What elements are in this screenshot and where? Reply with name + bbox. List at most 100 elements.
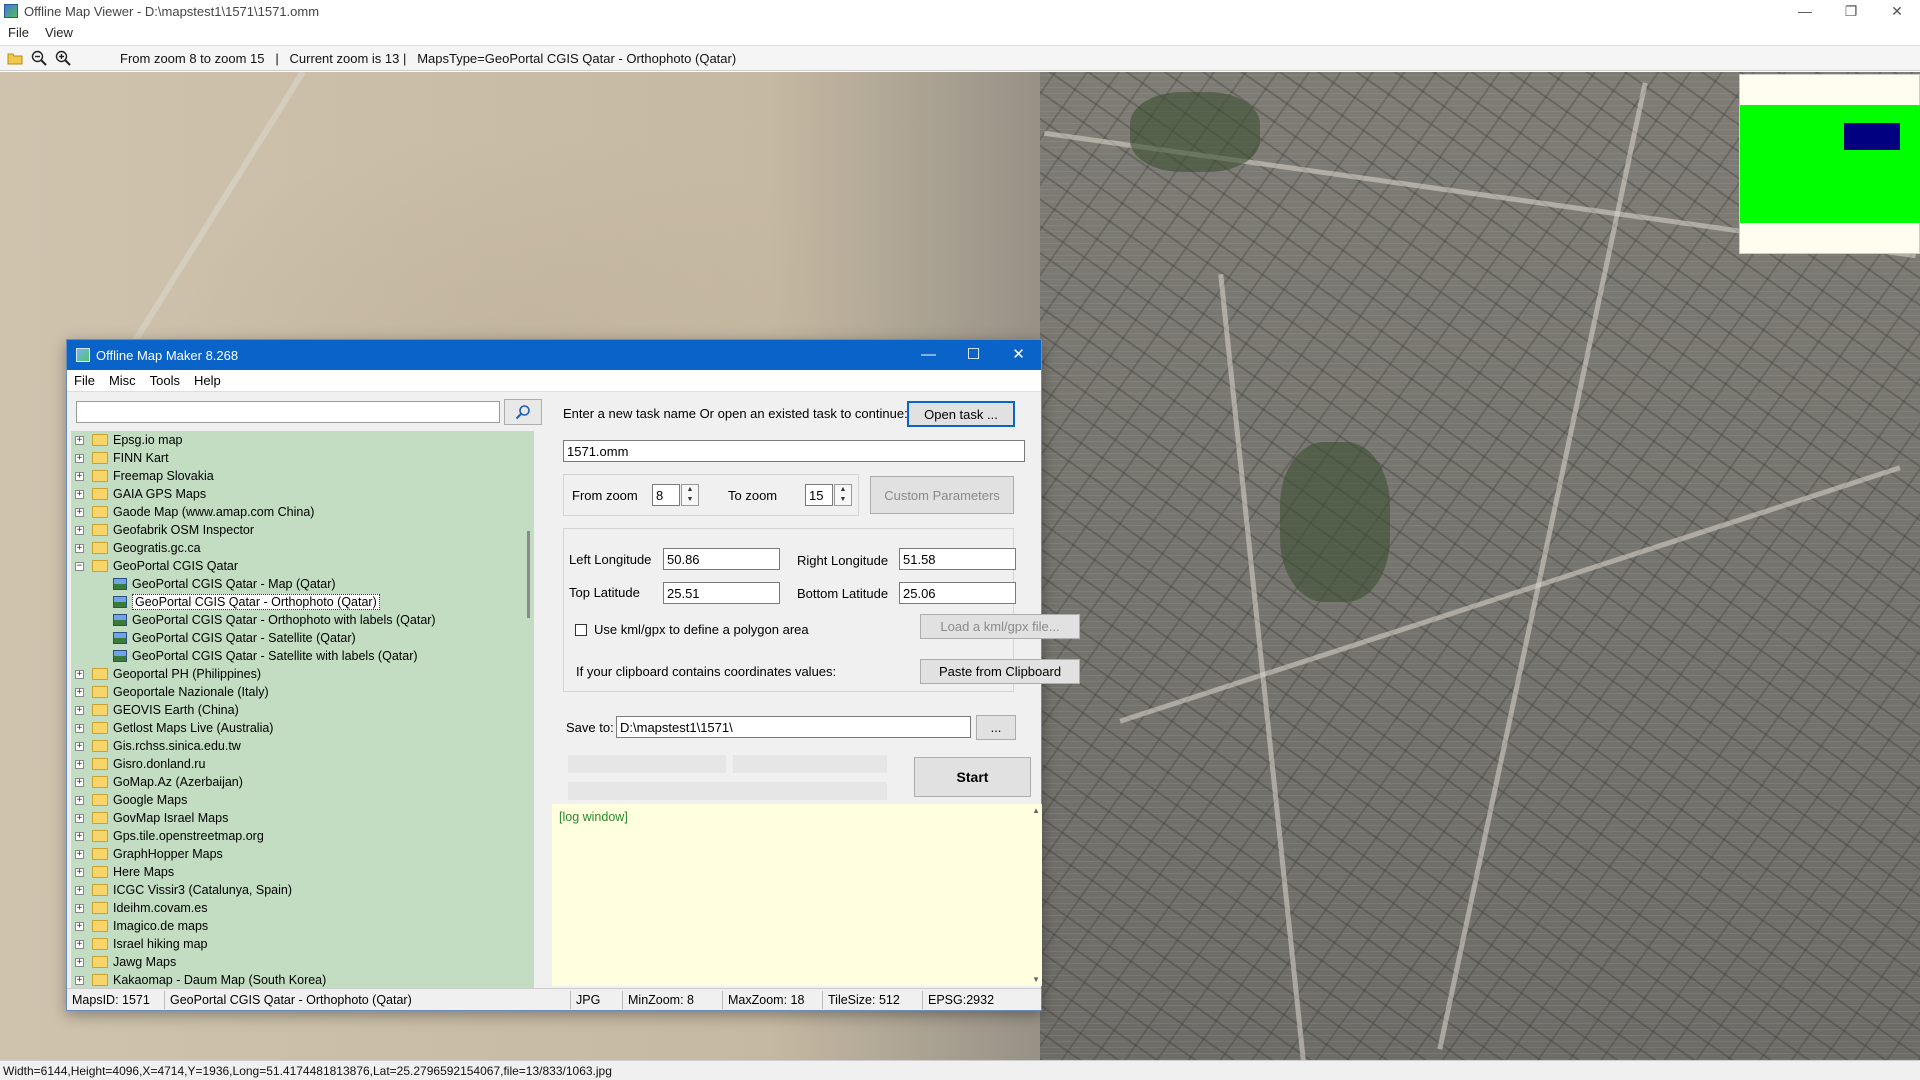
tree-folder-item[interactable]: + Gisro.donland.ru: [71, 755, 534, 773]
zoom-in-icon[interactable]: [54, 49, 72, 67]
tree-folder-item[interactable]: + GEOVIS Earth (China): [71, 701, 534, 719]
from-zoom-input[interactable]: [652, 484, 680, 506]
tree-folder-item[interactable]: + Gps.tile.openstreetmap.org: [71, 827, 534, 845]
dialog-maximize-button[interactable]: ☐: [951, 340, 996, 370]
tree-folder-item[interactable]: + GoMap.Az (Azerbaijan): [71, 773, 534, 791]
expand-icon[interactable]: +: [75, 705, 84, 715]
expand-icon[interactable]: +: [75, 849, 84, 859]
tree-folder-item[interactable]: + Geoportale Nazionale (Italy): [71, 683, 534, 701]
dialog-minimize-button[interactable]: —: [906, 340, 951, 370]
expand-icon[interactable]: +: [75, 903, 84, 913]
tree-folder-item[interactable]: − GeoPortal CGIS Qatar: [71, 557, 534, 575]
search-button[interactable]: [504, 399, 542, 425]
tree-folder-item[interactable]: + Geofabrik OSM Inspector: [71, 521, 534, 539]
minimap-viewport-indicator[interactable]: [1844, 123, 1900, 150]
tree-folder-item[interactable]: + GAIA GPS Maps: [71, 485, 534, 503]
expand-icon[interactable]: +: [75, 777, 84, 787]
menu-view[interactable]: View: [37, 25, 81, 40]
to-zoom-spinner[interactable]: ▲ ▼: [834, 484, 852, 506]
open-folder-icon[interactable]: [6, 49, 24, 67]
dialog-close-button[interactable]: ✕: [996, 340, 1041, 370]
map-source-tree[interactable]: + Epsg.io map + FINN Kart + Freemap Slovakia +…: [71, 431, 534, 991]
collapse-icon[interactable]: −: [75, 561, 84, 571]
tree-folder-item[interactable]: + Imagico.de maps: [71, 917, 534, 935]
right-longitude-input[interactable]: [899, 548, 1016, 570]
dialog-menu-help[interactable]: Help: [187, 373, 228, 388]
dialog-menu-misc[interactable]: Misc: [102, 373, 143, 388]
tree-folder-item[interactable]: + Epsg.io map: [71, 431, 534, 449]
tree-folder-item[interactable]: + Here Maps: [71, 863, 534, 881]
spin-down-icon[interactable]: ▼: [835, 495, 851, 505]
to-zoom-input[interactable]: [805, 484, 833, 506]
paste-from-clipboard-button[interactable]: Paste from Clipboard: [920, 659, 1080, 684]
expand-icon[interactable]: +: [75, 687, 84, 697]
tree-map-item[interactable]: +GeoPortal CGIS Qatar - Satellite with l…: [71, 647, 534, 665]
browse-folder-button[interactable]: ...: [976, 715, 1016, 740]
left-longitude-input[interactable]: [663, 548, 780, 570]
maximize-button[interactable]: ❐: [1828, 0, 1874, 22]
dialog-menu-tools[interactable]: Tools: [143, 373, 187, 388]
tree-folder-item[interactable]: + Geoportal PH (Philippines): [71, 665, 534, 683]
expand-icon[interactable]: +: [75, 795, 84, 805]
expand-icon[interactable]: +: [75, 939, 84, 949]
close-button[interactable]: ✕: [1874, 0, 1920, 22]
tree-folder-item[interactable]: + ICGC Vissir3 (Catalunya, Spain): [71, 881, 534, 899]
tree-folder-item[interactable]: + Ideihm.covam.es: [71, 899, 534, 917]
expand-icon[interactable]: +: [75, 867, 84, 877]
expand-icon[interactable]: +: [75, 543, 84, 553]
tree-scrollbar[interactable]: [524, 431, 534, 991]
expand-icon[interactable]: +: [75, 435, 84, 445]
tree-folder-item[interactable]: + Kakaomap - Daum Map (South Korea): [71, 971, 534, 989]
scroll-down-icon[interactable]: ▼: [1032, 975, 1040, 984]
expand-icon[interactable]: +: [75, 453, 84, 463]
log-window[interactable]: [log window] ▲ ▼: [552, 804, 1042, 986]
from-zoom-spinner[interactable]: ▲ ▼: [681, 484, 699, 506]
spin-up-icon[interactable]: ▲: [682, 485, 698, 495]
custom-parameters-button[interactable]: Custom Parameters: [870, 476, 1014, 514]
tree-folder-item[interactable]: + Gis.rchss.sinica.edu.tw: [71, 737, 534, 755]
expand-icon[interactable]: +: [75, 957, 84, 967]
tree-folder-item[interactable]: + Geogratis.gc.ca: [71, 539, 534, 557]
top-latitude-input[interactable]: [663, 582, 780, 604]
minimize-button[interactable]: —: [1782, 0, 1828, 22]
tree-folder-item[interactable]: + Jawg Maps: [71, 953, 534, 971]
dialog-menu-file[interactable]: File: [67, 373, 102, 388]
tree-map-item[interactable]: +GeoPortal CGIS Qatar - Orthophoto (Qata…: [71, 593, 534, 611]
task-name-input[interactable]: [563, 440, 1025, 462]
scroll-up-icon[interactable]: ▲: [1032, 806, 1040, 815]
expand-icon[interactable]: +: [75, 525, 84, 535]
tree-map-item[interactable]: +GeoPortal CGIS Qatar - Orthophoto with …: [71, 611, 534, 629]
tree-folder-item[interactable]: + Israel hiking map: [71, 935, 534, 953]
tree-folder-item[interactable]: + GraphHopper Maps: [71, 845, 534, 863]
tree-map-item[interactable]: +GeoPortal CGIS Qatar - Map (Qatar): [71, 575, 534, 593]
tree-folder-item[interactable]: + Gaode Map (www.amap.com China): [71, 503, 534, 521]
tree-folder-item[interactable]: + Getlost Maps Live (Australia): [71, 719, 534, 737]
tree-scrollbar-thumb[interactable]: [527, 531, 530, 618]
start-button[interactable]: Start: [914, 757, 1031, 797]
expand-icon[interactable]: +: [75, 471, 84, 481]
spin-down-icon[interactable]: ▼: [682, 495, 698, 505]
expand-icon[interactable]: +: [75, 759, 84, 769]
overview-minimap[interactable]: [1739, 74, 1920, 254]
expand-icon[interactable]: +: [75, 489, 84, 499]
save-to-input[interactable]: [616, 716, 971, 738]
expand-icon[interactable]: +: [75, 813, 84, 823]
menu-file[interactable]: File: [0, 25, 37, 40]
use-kml-checkbox[interactable]: [575, 624, 587, 636]
expand-icon[interactable]: +: [75, 831, 84, 841]
bottom-latitude-input[interactable]: [899, 582, 1016, 604]
expand-icon[interactable]: +: [75, 741, 84, 751]
open-task-button[interactable]: Open task ...: [907, 401, 1015, 427]
expand-icon[interactable]: +: [75, 723, 84, 733]
tree-folder-item[interactable]: + Google Maps: [71, 791, 534, 809]
expand-icon[interactable]: +: [75, 669, 84, 679]
expand-icon[interactable]: +: [75, 507, 84, 517]
tree-folder-item[interactable]: + FINN Kart: [71, 449, 534, 467]
tree-folder-item[interactable]: + GovMap Israel Maps: [71, 809, 534, 827]
map-search-input[interactable]: [76, 401, 500, 423]
tree-map-item[interactable]: +GeoPortal CGIS Qatar - Satellite (Qatar…: [71, 629, 534, 647]
expand-icon[interactable]: +: [75, 885, 84, 895]
tree-folder-item[interactable]: + Freemap Slovakia: [71, 467, 534, 485]
zoom-out-icon[interactable]: [30, 49, 48, 67]
expand-icon[interactable]: +: [75, 975, 84, 985]
